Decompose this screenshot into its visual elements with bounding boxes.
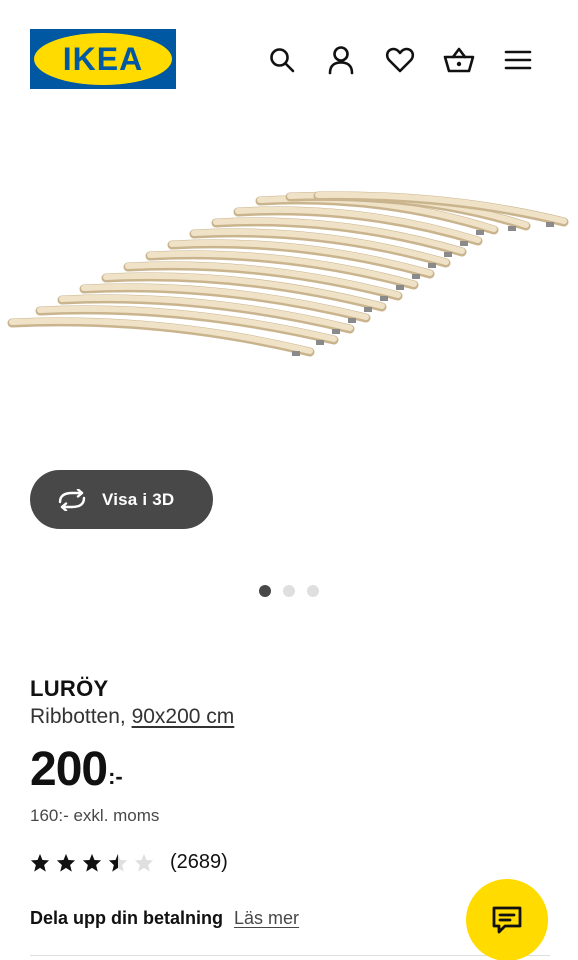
rotate-3d-icon <box>56 488 90 512</box>
payment-label: Dela upp din betalning <box>30 908 223 928</box>
carousel-dot-3[interactable] <box>307 585 319 597</box>
favourites-icon[interactable] <box>382 42 418 78</box>
divider <box>30 955 550 956</box>
view-3d-button[interactable]: Visa i 3D <box>30 470 213 529</box>
review-count: (2689) <box>170 851 228 873</box>
product-type: Ribbotten, <box>30 705 126 728</box>
product-price: 200 :- <box>30 740 123 800</box>
view-3d-label: Visa i 3D <box>102 489 175 509</box>
product-rating[interactable]: (2689) <box>30 851 228 874</box>
chat-icon <box>491 905 523 935</box>
chat-button[interactable] <box>466 879 548 960</box>
star-full-icon <box>30 853 50 872</box>
star-full-icon <box>82 853 102 872</box>
svg-text:IKEA: IKEA <box>63 41 143 77</box>
star-half-icon <box>108 853 128 872</box>
payment-read-more-link[interactable]: Läs mer <box>234 908 299 928</box>
carousel-dot-1[interactable] <box>259 585 271 597</box>
payment-info: Dela upp din betalning Läs mer <box>30 908 299 929</box>
product-name: LURÖY <box>30 676 109 701</box>
star-empty-icon <box>134 853 154 872</box>
product-image[interactable] <box>0 150 578 490</box>
price-excl-vat: 160:- exkl. moms <box>30 806 160 825</box>
menu-icon[interactable] <box>500 42 536 78</box>
cart-icon[interactable] <box>441 42 477 78</box>
search-icon[interactable] <box>264 42 300 78</box>
rating-stars <box>30 853 154 872</box>
header: IKEA <box>0 0 578 110</box>
price-suffix: :- <box>108 764 123 789</box>
ikea-logo[interactable]: IKEA <box>30 29 176 89</box>
price-amount: 200 <box>30 743 108 796</box>
product-description: Ribbotten, 90x200 cm <box>30 705 234 729</box>
star-full-icon <box>56 853 76 872</box>
image-carousel-dots <box>259 585 319 597</box>
carousel-dot-2[interactable] <box>283 585 295 597</box>
product-size-link[interactable]: 90x200 cm <box>132 705 235 728</box>
account-icon[interactable] <box>323 42 359 78</box>
